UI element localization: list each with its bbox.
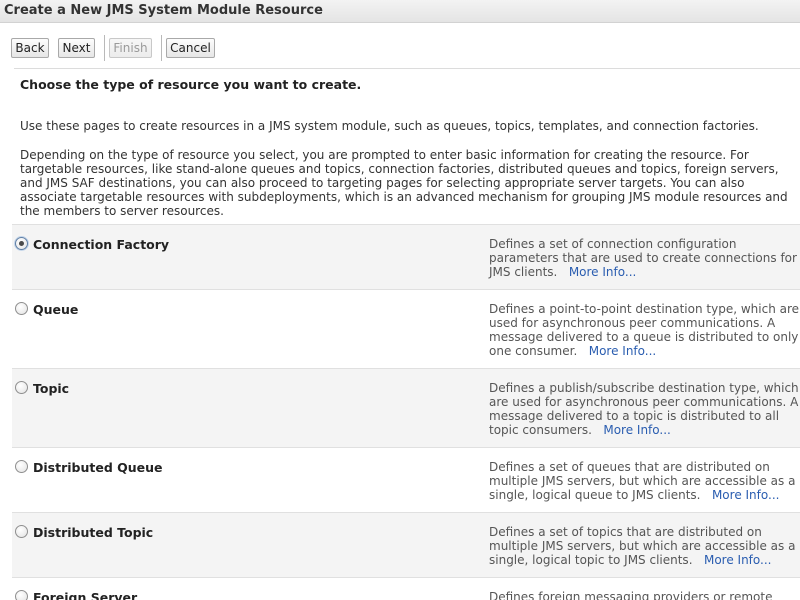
- more-info-link[interactable]: More Info...: [712, 488, 780, 502]
- option-label[interactable]: Distributed Queue: [33, 460, 163, 475]
- section-heading: Choose the type of resource you want to …: [20, 77, 362, 92]
- radio-distributed-queue[interactable]: [15, 460, 28, 473]
- option-description: Defines a set of topics that are distrib…: [489, 525, 796, 567]
- option-description: Defines a publish/subscribe destination …: [489, 381, 799, 437]
- option-label[interactable]: Queue: [33, 302, 78, 317]
- page-title: Create a New JMS System Module Resource: [4, 3, 323, 18]
- option-label[interactable]: Distributed Topic: [33, 525, 153, 540]
- option-label[interactable]: Connection Factory: [33, 237, 169, 252]
- option-description: Defines a point-to-point destination typ…: [489, 302, 800, 358]
- more-info-link[interactable]: More Info...: [704, 553, 772, 567]
- toolbar-separator: [104, 35, 105, 61]
- option-label[interactable]: Foreign Server: [33, 590, 137, 600]
- page: Create a New JMS System Module Resource …: [0, 0, 800, 600]
- radio-connection-factory[interactable]: [15, 237, 28, 250]
- resource-option-distributed-topic: Distributed Topic Defines a set of topic…: [12, 512, 800, 577]
- resource-option-topic: Topic Defines a publish/subscribe destin…: [12, 368, 800, 447]
- resource-option-connection-factory: Connection Factory Defines a set of conn…: [12, 224, 800, 289]
- more-info-link[interactable]: More Info...: [603, 423, 671, 437]
- radio-foreign-server[interactable]: [15, 590, 28, 600]
- more-info-link[interactable]: More Info...: [569, 265, 637, 279]
- resource-option-queue: Queue Defines a point-to-point destinati…: [12, 289, 800, 368]
- resource-option-distributed-queue: Distributed Queue Defines a set of queue…: [12, 447, 800, 512]
- radio-queue[interactable]: [15, 302, 28, 315]
- intro-text: Use these pages to create resources in a…: [20, 119, 759, 133]
- cancel-button[interactable]: Cancel: [166, 38, 215, 58]
- toolbar-separator: [161, 35, 162, 61]
- option-description: Defines foreign messaging providers or r…: [489, 590, 773, 600]
- radio-topic[interactable]: [15, 381, 28, 394]
- finish-button[interactable]: Finish: [109, 38, 152, 58]
- next-button[interactable]: Next: [58, 38, 95, 58]
- radio-distributed-topic[interactable]: [15, 525, 28, 538]
- resource-option-foreign-server: Foreign Server Defines foreign messaging…: [12, 577, 800, 600]
- details-text: Depending on the type of resource you se…: [20, 148, 788, 218]
- resource-type-list: Connection Factory Defines a set of conn…: [12, 224, 800, 600]
- title-bar: Create a New JMS System Module Resource: [0, 0, 800, 23]
- option-label[interactable]: Topic: [33, 381, 69, 396]
- more-info-link[interactable]: More Info...: [589, 344, 657, 358]
- option-description: Defines a set of queues that are distrib…: [489, 460, 796, 502]
- option-description: Defines a set of connection configuratio…: [489, 237, 797, 279]
- section-divider: [14, 68, 800, 69]
- back-button[interactable]: Back: [11, 38, 49, 58]
